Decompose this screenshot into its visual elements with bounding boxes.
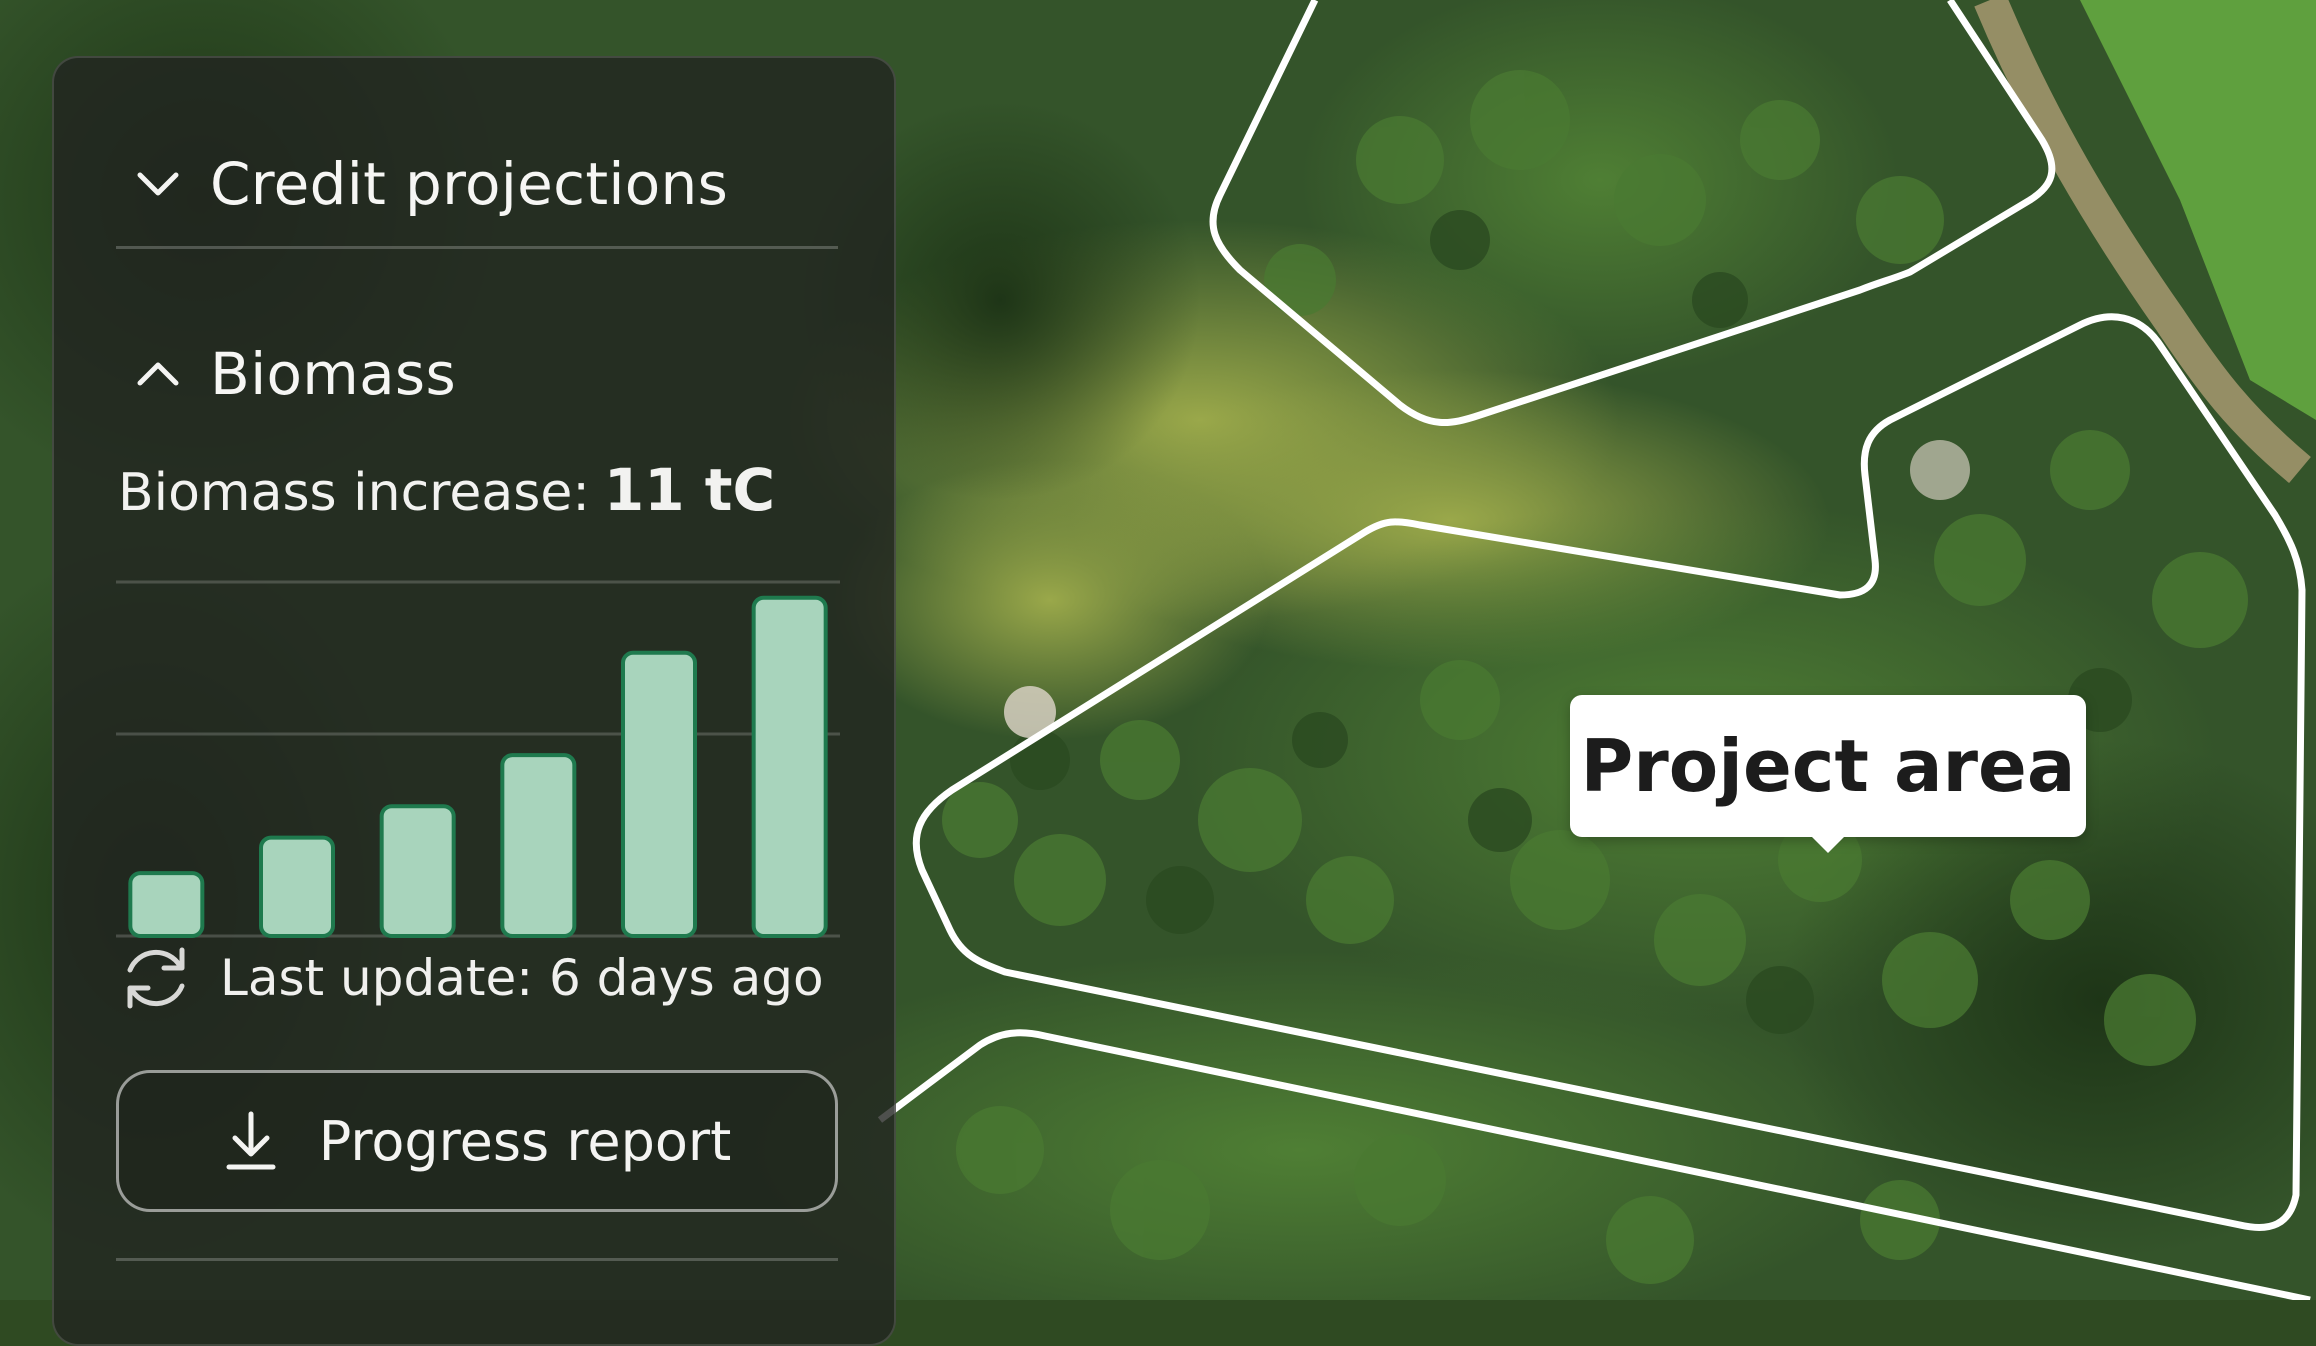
credit-projections-header[interactable]: Credit projections: [128, 150, 728, 218]
download-icon: [226, 1111, 276, 1170]
progress-report-button[interactable]: Progress report: [116, 1070, 838, 1212]
last-update-text: Last update: 6 days ago: [220, 949, 824, 1007]
progress-report-label: Progress report: [318, 1109, 732, 1173]
chart-bar-2[interactable]: [259, 835, 335, 938]
side-panel: Credit projections Biomass Biomass incre…: [52, 56, 896, 1346]
chevron-up-icon: [128, 344, 188, 404]
biomass-header[interactable]: Biomass: [128, 340, 456, 408]
chart-bar-1[interactable]: [128, 871, 205, 939]
chart-bar-4[interactable]: [500, 753, 577, 938]
credit-projections-label: Credit projections: [210, 150, 729, 218]
chart-bar-3[interactable]: [379, 804, 456, 938]
biomass-label: Biomass: [210, 340, 456, 408]
chart-bar-5[interactable]: [621, 650, 697, 939]
boundary-south[interactable]: [877, 1029, 2311, 1300]
project-area-label-text: Project area: [1580, 724, 2076, 808]
chevron-down-icon: [128, 154, 188, 214]
biomass-increase-label: Biomass increase:: [118, 463, 590, 523]
last-update: Last update: 6 days ago: [116, 938, 824, 1018]
section-divider: [116, 246, 838, 249]
refresh-icon: [127, 947, 185, 1009]
project-area-label[interactable]: Project area: [1570, 695, 2086, 853]
chart-bar-6[interactable]: [751, 595, 828, 938]
section-divider: [116, 1258, 838, 1261]
biomass-increase: Biomass increase: 11 tC: [118, 456, 775, 524]
biomass-increase-value: 11 tC: [603, 456, 776, 524]
boundary-north[interactable]: [1209, 0, 2056, 426]
label-pointer: [1810, 835, 1846, 853]
biomass-bar-chart: [116, 580, 840, 939]
